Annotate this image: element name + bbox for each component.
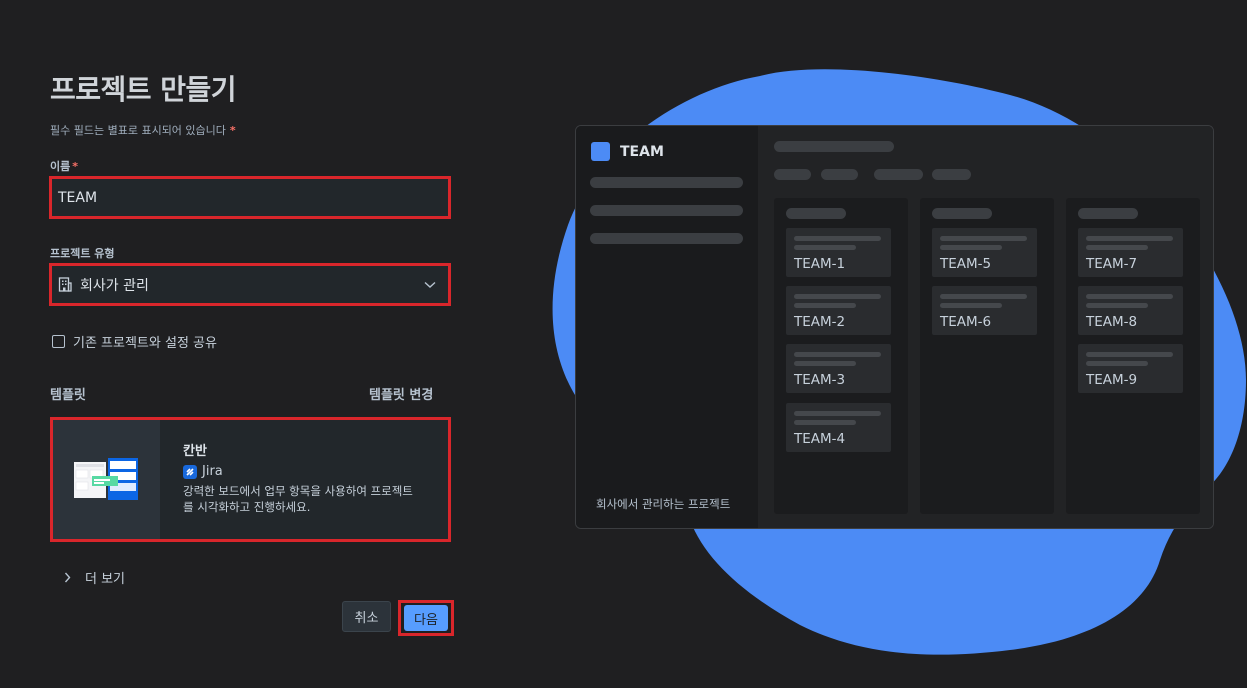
preview-card: TEAM-7 (1078, 228, 1183, 277)
required-note-text: 필수 필드는 별표로 표시되어 있습니다 (50, 124, 226, 137)
chevron-right-icon (64, 572, 71, 583)
preview-column: TEAM-5 TEAM-6 (920, 198, 1054, 514)
preview-card-key: TEAM-6 (940, 314, 992, 330)
cancel-button[interactable]: 취소 (342, 601, 391, 632)
project-type-label: 프로젝트 유형 (50, 247, 115, 260)
template-product-name: Jira (202, 464, 223, 479)
preview-column-header (786, 208, 846, 219)
show-more-toggle[interactable]: 더 보기 (64, 568, 125, 587)
preview-board: TEAM-1 TEAM-2 TEAM-3 TEAM-4 TEAM-5 TEAM-… (758, 126, 1213, 528)
preview-card: TEAM-3 (786, 344, 891, 393)
preview-column-header (1078, 208, 1138, 219)
next-button[interactable]: 다음 (404, 605, 448, 631)
share-settings-row[interactable]: 기존 프로젝트와 설정 공유 (52, 332, 217, 351)
preview-card-key: TEAM-5 (940, 256, 992, 272)
name-input-value: TEAM (58, 189, 98, 206)
preview-card-key: TEAM-4 (794, 431, 846, 447)
preview-title-placeholder (774, 141, 894, 152)
template-card-kanban[interactable]: 칸반 Jira 강력한 보드에서 업무 항목을 사용하여 프로젝트 를 시각화하… (50, 417, 451, 542)
preview-filter-placeholder (821, 169, 858, 180)
preview-card-key: TEAM-8 (1086, 314, 1138, 330)
share-settings-checkbox[interactable] (52, 335, 65, 348)
project-type-select[interactable]: 회사가 관리 (49, 263, 451, 306)
jira-icon (183, 464, 197, 479)
template-description-line: 를 시각화하고 진행하세요. (183, 500, 311, 514)
preview-filter-placeholder (874, 169, 923, 180)
required-note: 필수 필드는 별표로 표시되어 있습니다 * (50, 122, 236, 138)
template-description: 강력한 보드에서 업무 항목을 사용하여 프로젝트 를 시각화하고 진행하세요. (183, 483, 428, 515)
preview-card: TEAM-9 (1078, 344, 1183, 393)
preview-nav-placeholder (590, 233, 743, 244)
name-label: 이름 * (50, 158, 78, 174)
preview-card: TEAM-8 (1078, 286, 1183, 335)
preview-sidebar: TEAM 회사에서 관리하는 프로젝트 (576, 126, 758, 528)
preview-nav-placeholder (590, 205, 743, 216)
project-type-value: 회사가 관리 (80, 277, 149, 294)
preview-nav-placeholder (590, 177, 743, 188)
building-icon (58, 277, 72, 292)
preview-card: TEAM-5 (932, 228, 1037, 277)
kanban-thumbnail (53, 420, 160, 539)
show-more-label: 더 보기 (85, 572, 126, 587)
preview-project-brand: TEAM (591, 142, 664, 161)
template-label: 템플릿 (50, 388, 86, 403)
change-template-button[interactable]: 템플릿 변경 (369, 384, 433, 403)
next-button-highlight: 다음 (398, 600, 454, 636)
preview-footer: 회사에서 관리하는 프로젝트 (596, 497, 731, 511)
preview-card: TEAM-4 (786, 403, 891, 452)
create-project-page: 프로젝트 만들기 필수 필드는 별표로 표시되어 있습니다 * 이름 * TEAM … (0, 0, 1247, 688)
preview-card-key: TEAM-7 (1086, 256, 1138, 272)
template-name: 칸반 (183, 444, 207, 459)
preview-column: TEAM-7 TEAM-8 TEAM-9 (1066, 198, 1200, 514)
name-input[interactable]: TEAM (49, 176, 451, 219)
page-title: 프로젝트 만들기 (50, 73, 237, 106)
name-required-star: * (72, 160, 79, 173)
required-star: * (229, 124, 236, 137)
preview-filter-placeholder (774, 169, 811, 180)
template-description-line: 강력한 보드에서 업무 항목을 사용하여 프로젝트 (183, 484, 413, 498)
preview-card-key: TEAM-1 (794, 256, 846, 272)
template-info: 칸반 Jira 강력한 보드에서 업무 항목을 사용하여 프로젝트 를 시각화하… (160, 420, 448, 539)
project-type-selected: 회사가 관리 (58, 275, 149, 295)
preview-card-key: TEAM-9 (1086, 372, 1138, 388)
chevron-down-icon (424, 281, 436, 288)
preview-column: TEAM-1 TEAM-2 TEAM-3 TEAM-4 (774, 198, 908, 514)
template-product: Jira (183, 464, 428, 479)
preview-card-key: TEAM-2 (794, 314, 846, 330)
preview-project-name: TEAM (620, 143, 664, 160)
project-avatar-icon (591, 142, 610, 161)
kanban-illustration-icon (73, 457, 138, 500)
preview-card: TEAM-1 (786, 228, 891, 277)
preview-column-header (932, 208, 992, 219)
preview-card: TEAM-2 (786, 286, 891, 335)
project-preview: TEAM 회사에서 관리하는 프로젝트 TEAM-1 TEAM-2 TEAM-3… (575, 125, 1214, 529)
name-label-text: 이름 (50, 160, 71, 173)
preview-card: TEAM-6 (932, 286, 1037, 335)
preview-card-key: TEAM-3 (794, 372, 846, 388)
preview-filter-placeholder (932, 169, 971, 180)
share-settings-label: 기존 프로젝트와 설정 공유 (73, 336, 217, 351)
